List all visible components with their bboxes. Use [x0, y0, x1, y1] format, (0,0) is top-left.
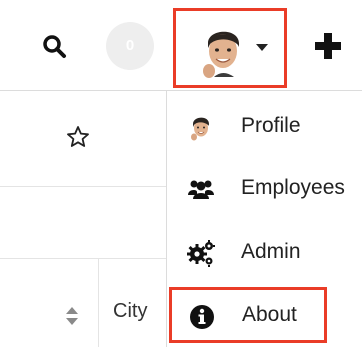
- menu-item-admin[interactable]: Admin: [167, 223, 362, 283]
- menu-item-label: About: [242, 303, 297, 326]
- menu-item-about[interactable]: About: [169, 287, 327, 343]
- info-icon: [190, 305, 214, 329]
- favorite-star-button[interactable]: [66, 125, 90, 149]
- star-icon: [67, 126, 89, 147]
- avatar-icon: [203, 31, 239, 78]
- avatar-icon: [191, 117, 209, 141]
- column-divider: [98, 258, 99, 347]
- menu-item-label: Admin: [241, 240, 301, 263]
- plus-icon: [315, 33, 341, 59]
- divider: [0, 258, 166, 259]
- city-column-header[interactable]: City: [113, 300, 147, 323]
- menu-item-profile[interactable]: Profile: [167, 97, 362, 157]
- sort-icon: [66, 307, 78, 325]
- sort-button[interactable]: [66, 307, 78, 325]
- notification-count-badge[interactable]: 0: [106, 22, 154, 70]
- user-menu-button[interactable]: [173, 8, 287, 88]
- chevron-down-icon: [256, 44, 268, 51]
- search-button[interactable]: [42, 34, 68, 60]
- gears-icon: [187, 240, 215, 267]
- add-button[interactable]: [313, 31, 343, 61]
- menu-item-label: Profile: [241, 114, 301, 137]
- users-icon: [188, 180, 214, 199]
- divider: [0, 186, 166, 187]
- page: 0 City Profile Employees Admin About: [0, 0, 362, 347]
- menu-item-label: Employees: [241, 176, 345, 199]
- search-icon: [43, 35, 66, 58]
- menu-item-employees[interactable]: Employees: [167, 159, 362, 219]
- user-dropdown-menu: Profile Employees Admin About: [166, 90, 362, 347]
- top-navigation-bar: 0: [0, 0, 362, 90]
- divider: [0, 90, 166, 91]
